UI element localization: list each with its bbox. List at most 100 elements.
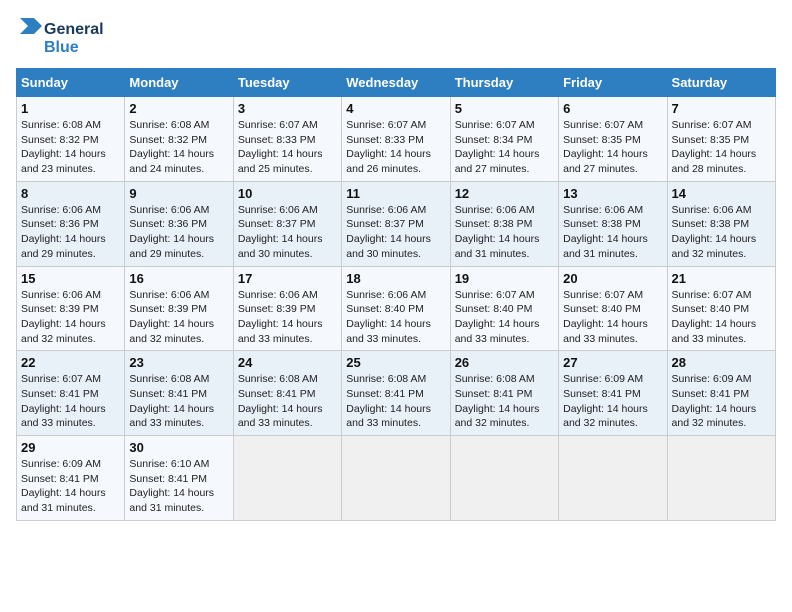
day-number: 13 (563, 186, 662, 201)
calendar-cell (450, 436, 558, 521)
calendar-cell: 2Sunrise: 6:08 AM Sunset: 8:32 PM Daylig… (125, 97, 233, 182)
day-number: 22 (21, 355, 120, 370)
day-number: 27 (563, 355, 662, 370)
day-info: Sunrise: 6:09 AM Sunset: 8:41 PM Dayligh… (563, 372, 662, 431)
calendar-cell (559, 436, 667, 521)
day-info: Sunrise: 6:06 AM Sunset: 8:36 PM Dayligh… (129, 203, 228, 262)
day-info: Sunrise: 6:06 AM Sunset: 8:36 PM Dayligh… (21, 203, 120, 262)
day-info: Sunrise: 6:08 AM Sunset: 8:41 PM Dayligh… (129, 372, 228, 431)
day-number: 19 (455, 271, 554, 286)
day-number: 24 (238, 355, 337, 370)
calendar-cell: 13 Sunrise: 6:06 AM Sunset: 8:38 PM Dayli… (559, 181, 667, 266)
day-info: Sunrise: 6:09 AM Sunset: 8:41 PM Dayligh… (21, 457, 120, 516)
svg-text:Blue: Blue (44, 39, 79, 56)
day-info: Sunrise: 6:06 AM Sunset: 8:37 PM Dayligh… (238, 203, 337, 262)
day-info: Sunrise: 6:08 AM Sunset: 8:32 PM Dayligh… (21, 118, 120, 177)
calendar-table: SundayMondayTuesdayWednesdayThursdayFrid… (16, 68, 776, 521)
calendar-cell: 5 Sunrise: 6:07 AM Sunset: 8:34 PM Daylig… (450, 97, 558, 182)
day-info: Sunrise: 6:07 AM Sunset: 8:33 PM Dayligh… (346, 118, 445, 177)
day-number: 15 (21, 271, 120, 286)
weekday-header-thursday: Thursday (450, 69, 558, 97)
day-info: Sunrise: 6:07 AM Sunset: 8:40 PM Dayligh… (563, 288, 662, 347)
day-number: 10 (238, 186, 337, 201)
day-number: 23 (129, 355, 228, 370)
weekday-header-tuesday: Tuesday (233, 69, 341, 97)
calendar-cell: 9 Sunrise: 6:06 AM Sunset: 8:36 PM Daylig… (125, 181, 233, 266)
day-number: 7 (672, 101, 771, 116)
calendar-cell: 22 Sunrise: 6:07 AM Sunset: 8:41 PM Dayli… (17, 351, 125, 436)
calendar-cell: 12 Sunrise: 6:06 AM Sunset: 8:38 PM Dayli… (450, 181, 558, 266)
day-number: 3 (238, 101, 337, 116)
page-header: GeneralBlue (16, 16, 776, 60)
calendar-cell: 25Sunrise: 6:08 AM Sunset: 8:41 PM Dayli… (342, 351, 450, 436)
calendar-week-2: 8 Sunrise: 6:06 AM Sunset: 8:36 PM Daylig… (17, 181, 776, 266)
day-info: Sunrise: 6:07 AM Sunset: 8:34 PM Dayligh… (455, 118, 554, 177)
day-info: Sunrise: 6:07 AM Sunset: 8:33 PM Dayligh… (238, 118, 337, 177)
calendar-cell: 23 Sunrise: 6:08 AM Sunset: 8:41 PM Dayli… (125, 351, 233, 436)
day-number: 4 (346, 101, 445, 116)
calendar-cell (342, 436, 450, 521)
day-number: 28 (672, 355, 771, 370)
day-number: 9 (129, 186, 228, 201)
day-info: Sunrise: 6:09 AM Sunset: 8:41 PM Dayligh… (672, 372, 771, 431)
day-number: 6 (563, 101, 662, 116)
day-number: 11 (346, 186, 445, 201)
calendar-cell: 8 Sunrise: 6:06 AM Sunset: 8:36 PM Daylig… (17, 181, 125, 266)
day-number: 25 (346, 355, 445, 370)
calendar-week-5: 29 Sunrise: 6:09 AM Sunset: 8:41 PM Dayli… (17, 436, 776, 521)
day-number: 12 (455, 186, 554, 201)
day-info: Sunrise: 6:07 AM Sunset: 8:40 PM Dayligh… (455, 288, 554, 347)
day-info: Sunrise: 6:06 AM Sunset: 8:38 PM Dayligh… (455, 203, 554, 262)
day-number: 17 (238, 271, 337, 286)
day-number: 20 (563, 271, 662, 286)
day-number: 18 (346, 271, 445, 286)
day-info: Sunrise: 6:10 AM Sunset: 8:41 PM Dayligh… (129, 457, 228, 516)
calendar-week-3: 15 Sunrise: 6:06 AM Sunset: 8:39 PM Dayli… (17, 266, 776, 351)
calendar-cell: 19 Sunrise: 6:07 AM Sunset: 8:40 PM Dayli… (450, 266, 558, 351)
day-info: Sunrise: 6:07 AM Sunset: 8:40 PM Dayligh… (672, 288, 771, 347)
calendar-cell: 4 Sunrise: 6:07 AM Sunset: 8:33 PM Daylig… (342, 97, 450, 182)
weekday-header-saturday: Saturday (667, 69, 775, 97)
day-number: 5 (455, 101, 554, 116)
day-number: 8 (21, 186, 120, 201)
day-number: 14 (672, 186, 771, 201)
day-number: 1 (21, 101, 120, 116)
calendar-cell (233, 436, 341, 521)
logo: GeneralBlue (16, 16, 106, 60)
calendar-cell: 6 Sunrise: 6:07 AM Sunset: 8:35 PM Daylig… (559, 97, 667, 182)
calendar-cell: 21 Sunrise: 6:07 AM Sunset: 8:40 PM Dayli… (667, 266, 775, 351)
day-info: Sunrise: 6:07 AM Sunset: 8:35 PM Dayligh… (563, 118, 662, 177)
svg-text:General: General (44, 21, 104, 38)
calendar-cell: 16 Sunrise: 6:06 AM Sunset: 8:39 PM Dayli… (125, 266, 233, 351)
day-info: Sunrise: 6:08 AM Sunset: 8:32 PM Dayligh… (129, 118, 228, 177)
day-number: 21 (672, 271, 771, 286)
calendar-cell: 14 Sunrise: 6:06 AM Sunset: 8:38 PM Dayli… (667, 181, 775, 266)
weekday-header-row: SundayMondayTuesdayWednesdayThursdayFrid… (17, 69, 776, 97)
calendar-cell: 24Sunrise: 6:08 AM Sunset: 8:41 PM Dayli… (233, 351, 341, 436)
calendar-cell: 28 Sunrise: 6:09 AM Sunset: 8:41 PM Dayli… (667, 351, 775, 436)
day-number: 16 (129, 271, 228, 286)
calendar-cell: 10 Sunrise: 6:06 AM Sunset: 8:37 PM Dayli… (233, 181, 341, 266)
day-info: Sunrise: 6:06 AM Sunset: 8:39 PM Dayligh… (238, 288, 337, 347)
day-info: Sunrise: 6:06 AM Sunset: 8:37 PM Dayligh… (346, 203, 445, 262)
day-info: Sunrise: 6:06 AM Sunset: 8:38 PM Dayligh… (563, 203, 662, 262)
day-info: Sunrise: 6:06 AM Sunset: 8:40 PM Dayligh… (346, 288, 445, 347)
day-number: 29 (21, 440, 120, 455)
day-info: Sunrise: 6:06 AM Sunset: 8:39 PM Dayligh… (21, 288, 120, 347)
day-number: 30 (129, 440, 228, 455)
calendar-cell: 29 Sunrise: 6:09 AM Sunset: 8:41 PM Dayli… (17, 436, 125, 521)
calendar-cell: 27 Sunrise: 6:09 AM Sunset: 8:41 PM Dayli… (559, 351, 667, 436)
calendar-cell: 26Sunrise: 6:08 AM Sunset: 8:41 PM Dayli… (450, 351, 558, 436)
calendar-cell: 3 Sunrise: 6:07 AM Sunset: 8:33 PM Daylig… (233, 97, 341, 182)
logo-svg: GeneralBlue (16, 16, 106, 60)
calendar-week-1: 1 Sunrise: 6:08 AM Sunset: 8:32 PM Daylig… (17, 97, 776, 182)
day-number: 26 (455, 355, 554, 370)
calendar-cell: 11 Sunrise: 6:06 AM Sunset: 8:37 PM Dayli… (342, 181, 450, 266)
calendar-cell: 17 Sunrise: 6:06 AM Sunset: 8:39 PM Dayli… (233, 266, 341, 351)
day-info: Sunrise: 6:06 AM Sunset: 8:39 PM Dayligh… (129, 288, 228, 347)
day-info: Sunrise: 6:07 AM Sunset: 8:41 PM Dayligh… (21, 372, 120, 431)
calendar-cell: 1 Sunrise: 6:08 AM Sunset: 8:32 PM Daylig… (17, 97, 125, 182)
day-info: Sunrise: 6:06 AM Sunset: 8:38 PM Dayligh… (672, 203, 771, 262)
calendar-cell: 20 Sunrise: 6:07 AM Sunset: 8:40 PM Dayli… (559, 266, 667, 351)
weekday-header-friday: Friday (559, 69, 667, 97)
